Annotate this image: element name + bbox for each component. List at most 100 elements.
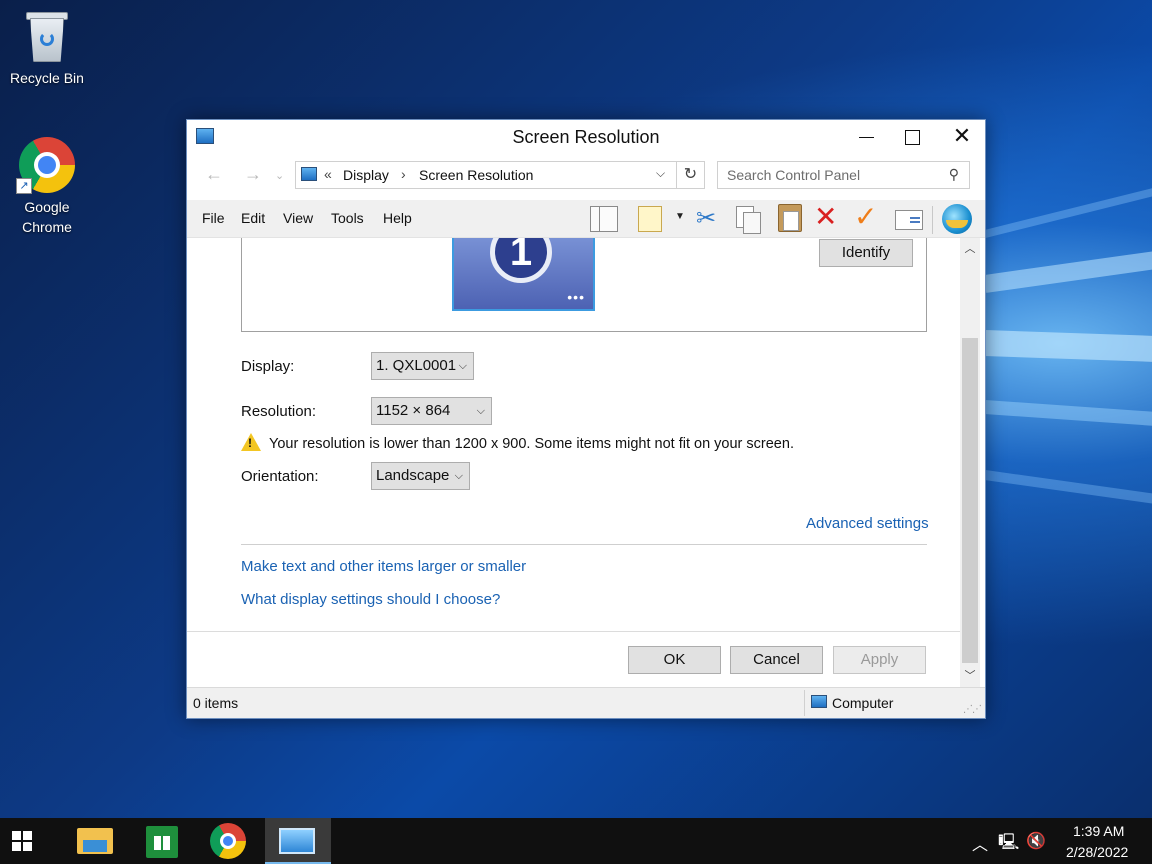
orientation-value: Landscape <box>376 467 450 484</box>
properties-icon[interactable] <box>638 206 662 232</box>
status-location: Computer <box>832 695 894 711</box>
navigation-bar: ← → ⌄ « Display › Screen Resolution ⌵ ↻ … <box>187 158 985 192</box>
folder-icon <box>77 828 113 854</box>
recycle-bin-label: Recycle Bin <box>10 70 84 86</box>
delete-icon[interactable]: ✕ <box>814 200 844 232</box>
control-panel-icon <box>279 828 315 854</box>
mail-icon[interactable] <box>895 210 923 230</box>
close-icon: ✕ <box>952 123 972 148</box>
monitor-dots-icon: ••• <box>567 289 585 305</box>
resolution-value: 1152 × 864 <box>376 402 451 419</box>
orientation-select[interactable]: Landscape ⌵ <box>371 462 470 490</box>
breadcrumb-separator: › <box>401 166 406 182</box>
forward-arrow-icon[interactable]: → <box>244 164 262 185</box>
advanced-settings-link[interactable]: Advanced settings <box>806 515 929 532</box>
apply-button[interactable]: Apply <box>833 646 926 674</box>
scroll-thumb[interactable] <box>962 338 978 663</box>
resize-grip-icon[interactable]: ⋰⋰ <box>963 704 982 715</box>
search-icon[interactable]: ⚲ <box>949 166 959 183</box>
wallpaper-beam <box>984 400 1152 428</box>
monitor-preview-area: 1 ••• Identify <box>241 238 927 332</box>
search-input[interactable]: Search Control Panel ⚲ <box>717 161 970 189</box>
status-separator <box>804 690 805 716</box>
wallpaper-beam <box>984 181 1152 238</box>
maximize-button[interactable] <box>889 120 935 152</box>
control-panel-taskbar-button[interactable] <box>265 818 331 864</box>
wallpaper-beam <box>983 247 1152 293</box>
recent-pages-chevron-icon[interactable]: ⌄ <box>275 169 284 182</box>
monitor-number: 1 <box>490 238 552 283</box>
warning-text: Your resolution is lower than 1200 x 900… <box>269 436 794 452</box>
recycle-bin-shortcut[interactable]: Recycle Bin <box>2 8 92 88</box>
status-bar: 0 items Computer ⋰⋰ <box>187 687 985 718</box>
text-size-link[interactable]: Make text and other items larger or smal… <box>241 558 526 575</box>
computer-icon <box>811 695 827 708</box>
address-control-panel-icon <box>301 167 317 181</box>
google-chrome-label: Google Chrome <box>22 199 72 235</box>
globe-icon[interactable] <box>942 204 972 234</box>
recycle-bin-icon <box>24 8 70 64</box>
paste-icon[interactable] <box>778 204 802 232</box>
menu-bar: File Edit View Tools Help ▼ ✂ ✕ ✓ <box>187 200 985 238</box>
chevron-down-icon: ⌵ <box>458 360 467 372</box>
scroll-up-icon[interactable]: ︿ <box>960 240 980 258</box>
close-button[interactable]: ✕ <box>939 120 985 152</box>
breadcrumb-display[interactable]: Display <box>343 167 389 183</box>
minimize-button[interactable] <box>843 120 889 152</box>
address-overflow[interactable]: « <box>324 166 332 182</box>
resolution-warning: Your resolution is lower than 1200 x 900… <box>241 433 794 452</box>
identify-button[interactable]: Identify <box>819 239 913 267</box>
resolution-label: Resolution: <box>241 403 317 420</box>
check-icon[interactable]: ✓ <box>854 200 884 232</box>
clock-time[interactable]: 1:39 AM <box>1073 823 1124 839</box>
screen-resolution-window: Screen Resolution ✕ ← → ⌄ « Display › Sc… <box>186 119 986 719</box>
maximize-icon <box>904 129 920 145</box>
wallpaper-beam <box>984 330 1152 363</box>
menu-file[interactable]: File <box>202 210 225 226</box>
cut-icon[interactable]: ✂ <box>696 204 726 234</box>
display-select[interactable]: 1. QXL0001 ⌵ <box>371 352 474 380</box>
scroll-down-icon[interactable]: ﹀ <box>960 667 980 685</box>
volume-muted-icon[interactable]: 🔇 <box>1026 831 1046 851</box>
start-button[interactable] <box>0 818 58 864</box>
wallpaper-beam <box>984 470 1152 508</box>
breadcrumb-screen-resolution[interactable]: Screen Resolution <box>419 167 533 183</box>
ok-button[interactable]: OK <box>628 646 721 674</box>
warning-icon <box>241 433 261 451</box>
back-arrow-icon[interactable]: ← <box>205 164 223 185</box>
chevron-down-icon: ⌵ <box>476 405 485 417</box>
layout-icon[interactable] <box>590 206 618 232</box>
toolbar-separator <box>932 206 933 234</box>
chrome-taskbar-button[interactable] <box>196 818 262 864</box>
network-icon[interactable]: 🖳 <box>998 831 1019 858</box>
display-label: Display: <box>241 358 295 375</box>
minimize-icon <box>858 136 874 138</box>
show-hidden-icons-chevron-icon[interactable]: ︿ <box>972 831 988 855</box>
orientation-label: Orientation: <box>241 468 319 485</box>
cancel-button[interactable]: Cancel <box>730 646 823 674</box>
menu-tools[interactable]: Tools <box>331 210 364 226</box>
copy-icon[interactable] <box>736 206 761 234</box>
vertical-scrollbar[interactable]: ︿ ﹀ <box>960 238 980 687</box>
divider <box>241 544 927 545</box>
resolution-select[interactable]: 1152 × 864 ⌵ <box>371 397 492 425</box>
display-value: 1. QXL0001 <box>376 357 457 374</box>
clock-date[interactable]: 2/28/2022 <box>1066 844 1128 860</box>
menu-edit[interactable]: Edit <box>241 210 265 226</box>
menu-help[interactable]: Help <box>383 210 412 226</box>
content-pane: 1 ••• Identify Display: 1. QXL0001 ⌵ Res… <box>187 238 960 687</box>
store-icon <box>146 826 178 858</box>
refresh-icon[interactable]: ↻ <box>676 162 704 188</box>
address-bar[interactable]: « Display › Screen Resolution ⌵ ↻ <box>295 161 705 189</box>
address-dropdown-icon[interactable]: ⌵ <box>656 166 665 181</box>
monitor-1-tile[interactable]: 1 ••• <box>452 238 595 311</box>
windows-logo-icon <box>12 831 32 851</box>
chrome-icon <box>210 823 246 859</box>
display-settings-help-link[interactable]: What display settings should I choose? <box>241 591 500 608</box>
file-explorer-taskbar-button[interactable] <box>62 818 128 864</box>
shortcut-arrow-icon: ↗ <box>16 178 32 194</box>
menu-view[interactable]: View <box>283 210 313 226</box>
title-bar[interactable]: Screen Resolution ✕ <box>187 120 985 154</box>
item-count: 0 items <box>193 695 239 711</box>
store-taskbar-button[interactable] <box>130 818 194 864</box>
